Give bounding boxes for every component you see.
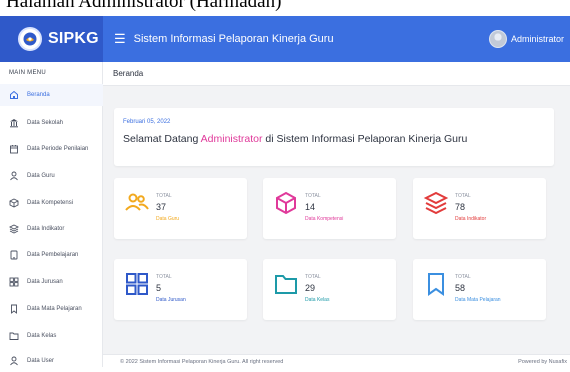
sidebar-item-label: Data Mata Pelajaran [27, 306, 82, 312]
welcome-suffix: di Sistem Informasi Pelaporan Kinerja Gu… [262, 133, 468, 145]
sidebar-item-data-kelas[interactable]: Data Kelas [0, 325, 103, 347]
user-menu[interactable]: Administrator [488, 16, 570, 62]
stat-label: Data Kompetensi [305, 216, 344, 222]
hamburger-icon[interactable]: ☰ [114, 31, 126, 47]
sidebar-item-data-indikator[interactable]: Data Indikator [0, 218, 103, 240]
stat-value: 78 [455, 202, 466, 212]
brand-name: SIPKG [48, 30, 99, 47]
stat-label: Data Guru [156, 216, 180, 222]
stat-label: Data Jurusan [156, 297, 186, 303]
stat-value: 37 [156, 202, 167, 212]
stat-card-data-kompetensi[interactable]: TOTAL 14 Data Kompetensi [263, 178, 396, 239]
app-window: SIPKG ☰ Sistem Informasi Pelaporan Kiner… [0, 16, 570, 367]
stat-value: 29 [305, 283, 316, 293]
school-icon [8, 117, 20, 129]
sidebar-item-label: Data Sekolah [27, 120, 64, 126]
user-icon [8, 170, 20, 182]
current-date: Februari 05, 2022 [123, 119, 171, 125]
sidebar-item-data-guru[interactable]: Data Guru [0, 165, 103, 187]
sidebar-item-label: Data Jurusan [27, 279, 63, 285]
cube-icon [273, 190, 299, 216]
total-label: TOTAL [455, 193, 471, 199]
total-label: TOTAL [455, 274, 471, 280]
folder-icon [8, 330, 20, 342]
caption-text: Halaman Administrator (Harmadan) [6, 0, 282, 12]
calendar-icon [8, 143, 20, 155]
sidebar-item-data-pembelajaran[interactable]: Data Pembelajaran [0, 244, 103, 266]
page-title: Beranda [113, 69, 144, 78]
app-title: Sistem Informasi Pelaporan Kinerja Guru [133, 33, 334, 45]
total-label: TOTAL [156, 274, 172, 280]
stat-card-data-mata-pelajaran[interactable]: TOTAL 58 Data Mata Pelajaran [413, 259, 546, 320]
stat-value: 5 [156, 283, 162, 293]
sidebar-item-label: Data User [27, 358, 55, 364]
total-label: TOTAL [156, 193, 172, 199]
welcome-username: Administrator [200, 133, 263, 145]
stat-label: Data Mata Pelajaran [455, 297, 501, 303]
logo-icon [18, 27, 42, 51]
document-caption: Halaman Administrator (Harmadan) [0, 0, 570, 16]
powered-by-link[interactable]: Powered by Nusafix [518, 359, 567, 365]
breadcrumb: Beranda [103, 62, 570, 86]
cube-icon [8, 197, 20, 209]
copyright-text: © 2022 Sistem Informasi Pelaporan Kinerj… [120, 359, 284, 365]
welcome-prefix: Selamat Datang [123, 133, 201, 145]
top-bar: ☰ Sistem Informasi Pelaporan Kinerja Gur… [103, 16, 570, 62]
stat-label: Data Indikator [455, 216, 487, 222]
sidebar-item-data-sekolah[interactable]: Data Sekolah [0, 112, 103, 134]
sidebar-item-label: Beranda [27, 92, 50, 98]
total-label: TOTAL [305, 193, 321, 199]
stat-card-data-guru[interactable]: TOTAL 37 Data Guru [114, 178, 247, 239]
sidebar-item-label: Data Periode Penilaian [27, 146, 89, 152]
bookmark-icon [423, 271, 449, 297]
bookmark-icon [8, 303, 20, 315]
stat-value: 14 [305, 202, 316, 212]
tablet-icon [8, 249, 20, 261]
layers-icon [423, 190, 449, 216]
stat-card-data-indikator[interactable]: TOTAL 78 Data Indikator [413, 178, 546, 239]
stat-card-data-jurusan[interactable]: TOTAL 5 Data Jurusan [114, 259, 247, 320]
sidebar: MAIN MENU Beranda Data Sekolah Data Peri… [0, 62, 103, 367]
grid-icon [124, 271, 150, 297]
sidebar-item-data-jurusan[interactable]: Data Jurusan [0, 271, 103, 293]
user-name: Administrator [510, 34, 564, 44]
users-icon [124, 190, 150, 216]
sidebar-heading: MAIN MENU [9, 70, 47, 76]
grid-icon [8, 276, 20, 288]
stat-value: 58 [455, 283, 466, 293]
welcome-panel: Februari 05, 2022 Selamat Datang Adminis… [114, 108, 554, 166]
sidebar-item-label: Data Kompetensi [27, 200, 74, 206]
sidebar-item-label: Data Indikator [27, 226, 65, 232]
avatar [488, 30, 507, 48]
sidebar-item-label: Data Kelas [27, 333, 57, 339]
brand-header[interactable]: SIPKG [0, 16, 103, 62]
stat-card-data-kelas[interactable]: TOTAL 29 Data Kelas [263, 259, 396, 320]
sidebar-item-label: Data Pembelajaran [27, 252, 79, 258]
sidebar-item-beranda[interactable]: Beranda [0, 84, 103, 106]
sidebar-item-label: Data Guru [27, 173, 55, 179]
sidebar-item-data-mata-pelajaran[interactable]: Data Mata Pelajaran [0, 298, 103, 320]
layers-icon [8, 223, 20, 235]
home-icon [8, 89, 20, 101]
welcome-message: Selamat Datang Administrator di Sistem I… [123, 133, 467, 145]
total-label: TOTAL [305, 274, 321, 280]
sidebar-item-data-periode-penilaian[interactable]: Data Periode Penilaian [0, 138, 103, 160]
sidebar-item-data-user[interactable]: Data User [0, 350, 103, 372]
user-icon [8, 355, 20, 367]
page-footer: © 2022 Sistem Informasi Pelaporan Kinerj… [103, 354, 570, 367]
sidebar-item-data-kompetensi[interactable]: Data Kompetensi [0, 192, 103, 214]
stat-label: Data Kelas [305, 297, 330, 303]
folder-icon [273, 271, 299, 297]
